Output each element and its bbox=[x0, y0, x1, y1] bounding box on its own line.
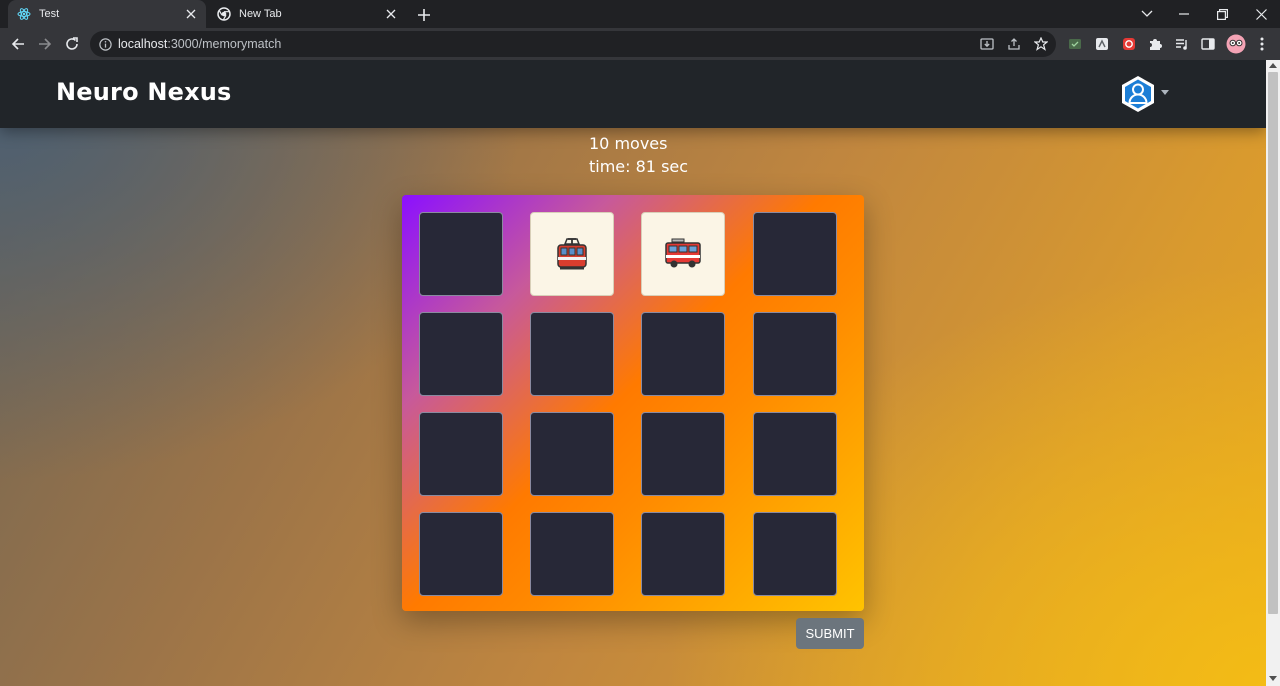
extension-green-icon[interactable] bbox=[1066, 35, 1084, 53]
extension-white-icon[interactable] bbox=[1093, 35, 1111, 53]
tab-strip: Test New Tab bbox=[0, 0, 1280, 28]
page-viewport: Neuro Nexus 10 moves time: 81 sec SUBMIT bbox=[0, 60, 1280, 686]
memory-card[interactable] bbox=[753, 412, 837, 496]
scroll-up-arrow-icon[interactable] bbox=[1269, 63, 1277, 68]
tab-test[interactable]: Test bbox=[8, 0, 206, 28]
moves-counter: 10 moves bbox=[589, 134, 668, 153]
memory-card[interactable] bbox=[530, 512, 614, 596]
url-host: localhost bbox=[118, 37, 168, 51]
url-path: :3000/memorymatch bbox=[167, 37, 282, 51]
new-tab-plus-icon[interactable] bbox=[415, 6, 433, 24]
profile-avatar-icon[interactable] bbox=[1226, 34, 1246, 54]
tram-icon bbox=[557, 238, 587, 270]
tab-label: Test bbox=[39, 8, 60, 20]
memory-card[interactable] bbox=[419, 412, 503, 496]
brand-logo[interactable]: Neuro Nexus bbox=[56, 78, 232, 106]
fire-engine-icon bbox=[665, 238, 701, 268]
close-window-icon[interactable] bbox=[1251, 4, 1271, 24]
page-scrollbar[interactable] bbox=[1266, 60, 1280, 686]
share-icon[interactable] bbox=[1006, 36, 1022, 52]
memory-card[interactable] bbox=[753, 312, 837, 396]
memory-card[interactable] bbox=[641, 312, 725, 396]
install-app-icon[interactable] bbox=[979, 36, 995, 52]
memory-card[interactable] bbox=[419, 312, 503, 396]
scroll-thumb[interactable] bbox=[1268, 72, 1278, 614]
extension-red-icon[interactable] bbox=[1120, 35, 1138, 53]
side-panel-icon[interactable] bbox=[1199, 35, 1217, 53]
media-queue-icon[interactable] bbox=[1173, 35, 1191, 53]
scroll-down-arrow-icon[interactable] bbox=[1269, 676, 1277, 681]
forward-arrow-icon[interactable] bbox=[35, 34, 55, 54]
tab-search-chevron-icon[interactable] bbox=[1137, 4, 1157, 24]
extensions-puzzle-icon[interactable] bbox=[1146, 35, 1164, 53]
tab-label: New Tab bbox=[239, 8, 282, 20]
url-text: localhost:3000/memorymatch bbox=[118, 37, 281, 51]
site-info-icon[interactable] bbox=[98, 37, 112, 51]
close-icon[interactable] bbox=[183, 6, 199, 22]
memory-card[interactable] bbox=[419, 512, 503, 596]
memory-card[interactable] bbox=[530, 412, 614, 496]
react-icon bbox=[17, 7, 31, 21]
timer: time: 81 sec bbox=[589, 157, 689, 176]
app-navbar: Neuro Nexus bbox=[0, 60, 1266, 128]
memory-card[interactable] bbox=[419, 212, 503, 296]
memory-card[interactable] bbox=[530, 312, 614, 396]
memory-board bbox=[402, 195, 864, 611]
minimize-icon[interactable] bbox=[1174, 4, 1194, 24]
memory-card[interactable] bbox=[753, 212, 837, 296]
memory-card[interactable] bbox=[530, 212, 614, 296]
memory-card[interactable] bbox=[753, 512, 837, 596]
tab-new-tab[interactable]: New Tab bbox=[208, 0, 406, 28]
profile-dropdown-caret-icon[interactable] bbox=[1161, 90, 1169, 95]
game-stats: 10 moves time: 81 sec bbox=[589, 132, 688, 178]
reload-icon[interactable] bbox=[62, 34, 82, 54]
restore-icon[interactable] bbox=[1212, 4, 1232, 24]
kebab-menu-icon[interactable] bbox=[1253, 35, 1271, 53]
browser-toolbar: localhost:3000/memorymatch bbox=[0, 28, 1280, 60]
address-bar[interactable]: localhost:3000/memorymatch bbox=[90, 31, 1056, 57]
memory-card[interactable] bbox=[641, 412, 725, 496]
submit-button[interactable]: SUBMIT bbox=[796, 618, 864, 649]
bookmark-star-icon[interactable] bbox=[1033, 36, 1049, 52]
memory-card[interactable] bbox=[641, 212, 725, 296]
back-arrow-icon[interactable] bbox=[8, 34, 28, 54]
memory-card[interactable] bbox=[641, 512, 725, 596]
user-hexagon-icon[interactable] bbox=[1118, 74, 1158, 114]
close-icon[interactable] bbox=[383, 6, 399, 22]
chrome-icon bbox=[217, 7, 231, 21]
